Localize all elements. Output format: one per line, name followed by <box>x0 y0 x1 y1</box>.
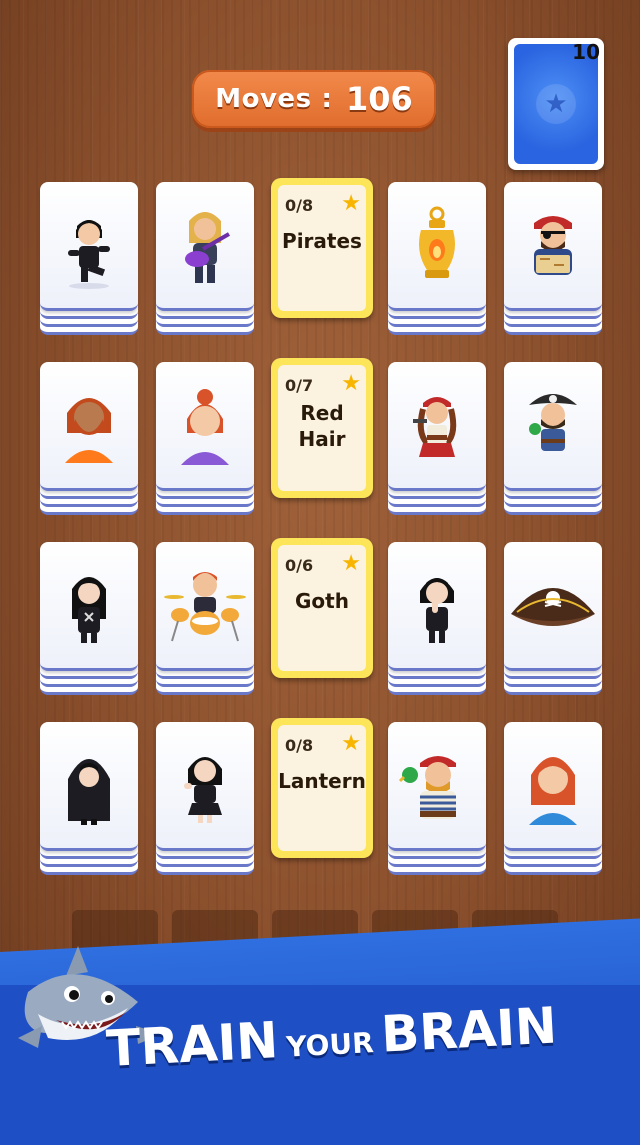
star-icon: ★ <box>341 731 361 756</box>
redhead-woman-icon[interactable] <box>504 722 602 851</box>
card-stack[interactable] <box>388 722 486 875</box>
star-icon: ★ <box>341 551 361 576</box>
category-card: 0/7 ★ Red Hair <box>271 358 373 498</box>
category-card: 0/6 ★ Goth <box>271 538 373 678</box>
card-stack[interactable] <box>504 182 602 335</box>
category-name: Red Hair <box>298 401 346 451</box>
gold-lantern-icon[interactable] <box>388 182 486 311</box>
category-count: 0/6 <box>285 556 314 575</box>
card-stack[interactable] <box>504 542 602 695</box>
category-name: Lantern <box>278 769 366 793</box>
moves-separator: : <box>321 84 332 114</box>
category-card: 0/8 ★ Lantern <box>271 718 373 858</box>
category-name: Pirates <box>282 229 362 253</box>
star-icon: ★ <box>341 371 361 396</box>
star-icon: ★ <box>536 84 576 124</box>
hooded-goth-icon[interactable] <box>40 722 138 851</box>
tagline-brain: BRAIN <box>379 996 559 1064</box>
card-stack[interactable] <box>40 182 138 335</box>
moves-counter: Moves : 106 <box>192 70 436 128</box>
card-row-2: 0/7 ★ Red Hair <box>40 358 604 522</box>
pirate-hat-icon[interactable] <box>504 542 602 671</box>
bearded-redhead-icon[interactable] <box>40 362 138 491</box>
card-row-4: 0/8 ★ Lantern <box>40 718 604 882</box>
card-stack[interactable] <box>156 542 254 695</box>
moves-value: 106 <box>345 80 413 118</box>
card-row-3: 0/6 ★ Goth <box>40 538 604 702</box>
card-stack[interactable] <box>40 722 138 875</box>
card-stack[interactable] <box>388 542 486 695</box>
moves-label: Moves <box>215 84 312 114</box>
tagline-your: YOUR <box>285 1026 375 1064</box>
tagline-train: TRAIN <box>104 1011 280 1078</box>
deck-count: 10 <box>572 40 600 64</box>
drummer-icon[interactable] <box>156 542 254 671</box>
card-stack[interactable] <box>40 362 138 515</box>
card-stack[interactable] <box>504 362 602 515</box>
goth-girl-icon[interactable] <box>40 542 138 671</box>
pirate-parrot-icon[interactable] <box>388 722 486 851</box>
card-stack[interactable] <box>388 182 486 335</box>
goth-kicker-icon[interactable] <box>40 182 138 311</box>
card-stack[interactable] <box>156 182 254 335</box>
card-stack[interactable] <box>388 362 486 515</box>
card-deck[interactable]: ★ 10 <box>508 38 604 170</box>
card-row-1: 0/8 ★ Pirates <box>40 178 604 342</box>
category-card: 0/8 ★ Pirates <box>271 178 373 318</box>
card-stack[interactable] <box>156 722 254 875</box>
category-count: 0/8 <box>285 736 314 755</box>
pirate-girl-icon[interactable] <box>388 362 486 491</box>
category-name: Goth <box>295 589 349 613</box>
goth-thinker-icon[interactable] <box>388 542 486 671</box>
redhead-girl-icon[interactable] <box>156 362 254 491</box>
card-stack[interactable] <box>156 362 254 515</box>
goth-peace-girl-icon[interactable] <box>156 722 254 851</box>
card-stack[interactable] <box>504 722 602 875</box>
pirate-captain-icon[interactable] <box>504 362 602 491</box>
pirate-map-icon[interactable] <box>504 182 602 311</box>
category-count: 0/7 <box>285 376 314 395</box>
star-icon: ★ <box>341 191 361 216</box>
category-count: 0/8 <box>285 196 314 215</box>
card-stack[interactable] <box>40 542 138 695</box>
guitarist-icon[interactable] <box>156 182 254 311</box>
